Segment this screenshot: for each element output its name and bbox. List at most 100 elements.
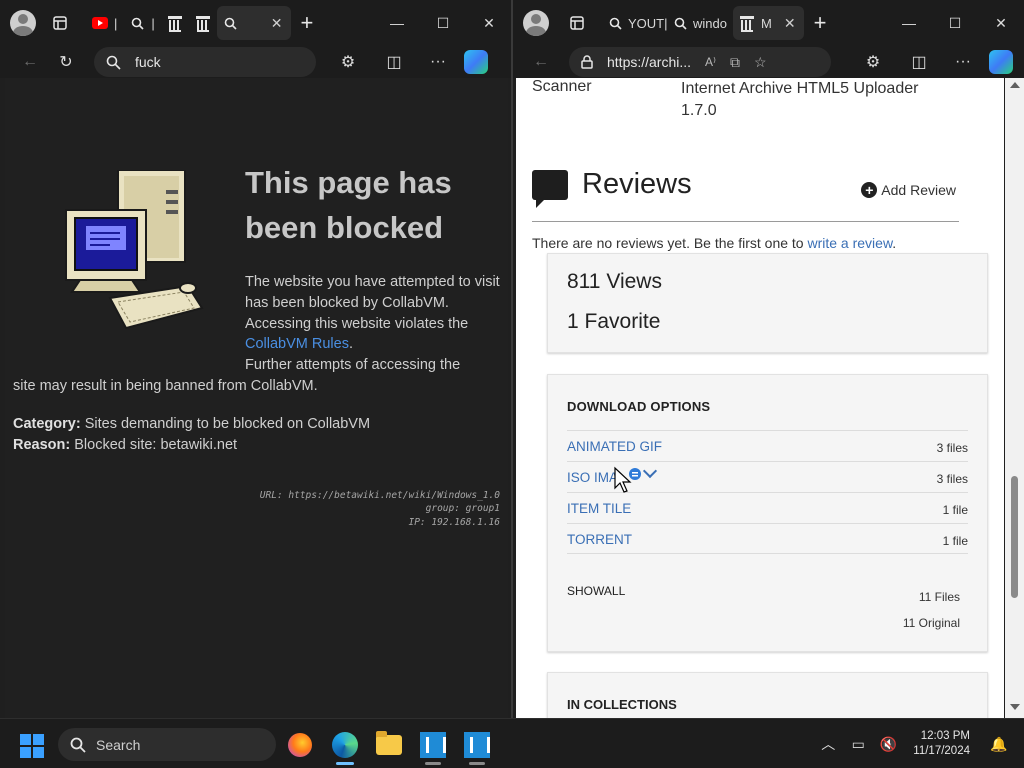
new-tab-button[interactable]: + bbox=[291, 10, 324, 36]
maximize-button[interactable]: ☐ bbox=[932, 0, 978, 46]
tab-label: YOUT| bbox=[628, 15, 667, 31]
more-menu-icon[interactable]: ··· bbox=[945, 46, 981, 78]
category-label: Category: bbox=[13, 416, 81, 432]
profile-avatar-icon[interactable] bbox=[523, 10, 549, 36]
address-text: fuck bbox=[135, 54, 161, 70]
search-icon bbox=[129, 15, 145, 31]
tab-actions-icon[interactable] bbox=[561, 7, 593, 39]
notification-bell-icon[interactable]: 🔔 bbox=[984, 736, 1014, 753]
read-aloud-icon[interactable]: A⁾ bbox=[705, 55, 716, 69]
vm-app-icon[interactable] bbox=[461, 729, 493, 765]
scroll-up-icon[interactable] bbox=[1010, 82, 1020, 88]
edge-app-icon[interactable] bbox=[329, 729, 361, 765]
address-bar[interactable]: fuck bbox=[94, 47, 316, 77]
debug-url: URL: https://betawiki.net/wiki/Windows_1… bbox=[259, 490, 500, 501]
archive-page: Scanner Internet Archive HTML5 Uploader … bbox=[516, 78, 1004, 718]
tab-youtube[interactable]: | bbox=[86, 6, 123, 40]
category-value: Sites demanding to be blocked on CollabV… bbox=[84, 416, 371, 432]
address-text: https://archi... bbox=[607, 54, 692, 70]
download-count: 1 file bbox=[942, 534, 968, 548]
tab-windows-search[interactable]: windo bbox=[667, 6, 733, 40]
tab-archive-active[interactable]: M ✕ bbox=[733, 6, 804, 40]
address-bar[interactable]: https://archi... A⁾ ⧉ ☆ bbox=[569, 47, 831, 77]
tab-archive-1[interactable] bbox=[161, 6, 189, 40]
total-original: 11 Original bbox=[902, 616, 960, 630]
total-files: 11 Files bbox=[918, 590, 960, 604]
youtube-icon bbox=[92, 15, 108, 31]
download-name[interactable]: TORRENT bbox=[567, 532, 632, 547]
no-reviews-message: There are no reviews yet. Be the first o… bbox=[532, 235, 897, 251]
tab-bar: | | ✕ + — ☐ ✕ bbox=[0, 0, 512, 46]
download-name[interactable]: ISO IMA bbox=[567, 470, 618, 485]
search-icon bbox=[673, 15, 687, 31]
scroll-thumb[interactable] bbox=[1011, 476, 1018, 598]
firefox-app-icon[interactable] bbox=[284, 729, 316, 761]
file-explorer-icon[interactable] bbox=[373, 729, 405, 761]
tab-label: windo bbox=[693, 15, 727, 31]
show-all-link[interactable]: SHOWALL bbox=[567, 584, 625, 598]
archive-icon bbox=[167, 15, 183, 32]
favorite-star-icon[interactable]: ☆ bbox=[754, 54, 767, 71]
download-row[interactable]: TORRENT 1 file bbox=[567, 523, 968, 554]
toolbar: ← https://archi... A⁾ ⧉ ☆ ⚙ ◫ ··· bbox=[513, 46, 1024, 78]
close-tab-icon[interactable]: ✕ bbox=[265, 15, 289, 32]
maximize-button[interactable]: ☐ bbox=[420, 0, 466, 46]
tab-search-1[interactable]: | bbox=[123, 6, 160, 40]
volume-muted-icon[interactable]: 🔇 bbox=[873, 736, 903, 753]
tab-actions-icon[interactable] bbox=[44, 7, 76, 39]
tab-label: M bbox=[761, 15, 772, 31]
search-icon bbox=[223, 15, 239, 31]
extensions-icon[interactable]: ⚙ bbox=[855, 46, 891, 78]
network-icon[interactable]: ▭ bbox=[843, 736, 873, 753]
new-tab-button[interactable]: + bbox=[804, 10, 837, 36]
add-review-button[interactable]: + Add Review bbox=[861, 182, 956, 198]
collections-heading: IN COLLECTIONS bbox=[567, 697, 677, 712]
tab-search-active[interactable]: ✕ bbox=[216, 6, 291, 40]
profile-avatar-icon[interactable] bbox=[10, 10, 36, 36]
left-browser-window: | | ✕ + — ☐ ✕ ← ↻ fuck ⚙ ◫ ··· This page… bbox=[0, 0, 512, 718]
refresh-button[interactable]: ↻ bbox=[48, 46, 84, 78]
blocked-text-2: Further attempts of accessing the bbox=[245, 357, 461, 374]
reviews-bubble-icon bbox=[532, 169, 568, 208]
extensions-icon[interactable]: ⚙ bbox=[330, 46, 366, 78]
minimize-button[interactable]: — bbox=[886, 0, 932, 46]
divider bbox=[532, 221, 959, 222]
copilot-icon[interactable] bbox=[464, 50, 488, 74]
vm-app-icon[interactable] bbox=[417, 729, 449, 765]
back-button[interactable]: ← bbox=[12, 46, 48, 78]
chevron-up-icon[interactable]: ︿ bbox=[813, 734, 843, 754]
app-available-icon[interactable]: ⧉ bbox=[730, 54, 740, 71]
split-screen-icon[interactable]: ◫ bbox=[901, 46, 937, 78]
right-browser-window: YOUT| windo M ✕ + — ☐ ✕ ← https://archi.… bbox=[513, 0, 1024, 718]
close-window-button[interactable]: ✕ bbox=[978, 0, 1024, 46]
taskbar-search[interactable]: Search bbox=[58, 728, 276, 761]
blocked-message: The website you have attempted to visit … bbox=[13, 274, 500, 394]
views-count: 811 Views bbox=[567, 270, 662, 293]
archive-icon bbox=[739, 15, 755, 32]
download-row[interactable]: ANIMATED GIF 3 files bbox=[567, 430, 968, 461]
minimize-button[interactable]: — bbox=[374, 0, 420, 46]
download-name[interactable]: ITEM TILE bbox=[567, 501, 631, 516]
download-count: 3 files bbox=[936, 441, 968, 455]
window-controls: — ☐ ✕ bbox=[374, 0, 512, 46]
download-name[interactable]: ANIMATED GIF bbox=[567, 439, 662, 454]
taskbar: Search ︿ ▭ 🔇 12:03 PM 11/17/2024 🔔 bbox=[0, 718, 1024, 768]
download-count: 3 files bbox=[936, 472, 968, 486]
clock[interactable]: 12:03 PM 11/17/2024 bbox=[913, 729, 970, 759]
close-tab-icon[interactable]: ✕ bbox=[778, 15, 802, 32]
write-review-link[interactable]: write a review bbox=[807, 235, 892, 251]
close-window-button[interactable]: ✕ bbox=[466, 0, 512, 46]
tab-youtube-search[interactable]: YOUT| bbox=[603, 6, 667, 40]
page-scrollbar[interactable] bbox=[1005, 78, 1024, 718]
plus-circle-icon: + bbox=[861, 182, 878, 198]
scroll-down-icon[interactable] bbox=[1010, 704, 1020, 710]
split-screen-icon[interactable]: ◫ bbox=[376, 46, 412, 78]
more-menu-icon[interactable]: ··· bbox=[420, 46, 456, 78]
copilot-icon[interactable] bbox=[989, 50, 1013, 74]
back-button[interactable]: ← bbox=[523, 46, 559, 78]
windows-start-icon[interactable] bbox=[20, 734, 44, 758]
search-icon bbox=[70, 737, 86, 753]
rules-link[interactable]: CollabVM Rules bbox=[245, 336, 349, 352]
tab-archive-2[interactable] bbox=[189, 6, 217, 40]
system-tray: ︿ ▭ 🔇 12:03 PM 11/17/2024 🔔 bbox=[813, 719, 1024, 768]
